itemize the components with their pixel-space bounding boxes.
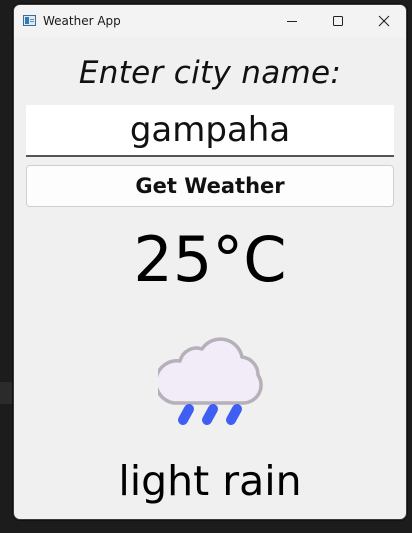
rain-drops bbox=[178, 404, 242, 425]
cloud-shape bbox=[158, 337, 263, 405]
app-icon bbox=[23, 15, 36, 26]
city-prompt-label: Enter city name: bbox=[78, 55, 342, 91]
close-button[interactable] bbox=[361, 5, 406, 37]
weather-description: light rain bbox=[118, 457, 302, 505]
minimize-icon bbox=[287, 21, 297, 22]
rain-cloud-icon bbox=[158, 337, 263, 425]
minimize-button[interactable] bbox=[269, 5, 315, 37]
city-input[interactable] bbox=[26, 105, 394, 157]
close-icon bbox=[378, 15, 390, 27]
maximize-icon bbox=[333, 16, 343, 26]
get-weather-button[interactable]: Get Weather bbox=[26, 165, 394, 207]
app-window: Weather App Enter city name: Get Weather… bbox=[13, 4, 407, 520]
temperature-value: 25°C bbox=[133, 223, 287, 296]
window-title: Weather App bbox=[43, 14, 121, 28]
desktop-background bbox=[0, 382, 14, 404]
title-bar[interactable]: Weather App bbox=[14, 5, 406, 37]
maximize-button[interactable] bbox=[315, 5, 361, 37]
